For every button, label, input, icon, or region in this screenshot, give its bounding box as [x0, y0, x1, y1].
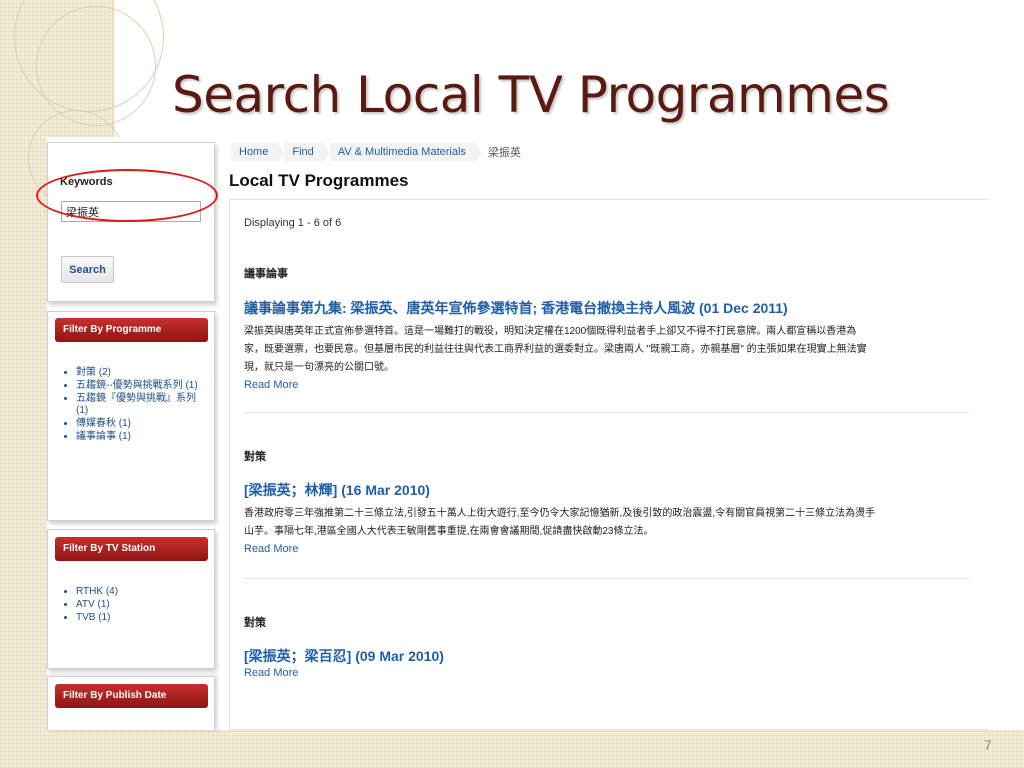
- result-category: 對策: [244, 451, 266, 463]
- result-category: 對策: [244, 617, 266, 629]
- filter-programme-item[interactable]: 傳媒春秋 (1): [76, 418, 204, 430]
- breadcrumb-find[interactable]: Find: [284, 143, 331, 163]
- result-title-link[interactable]: [梁振英；林輝] (16 Mar 2010): [244, 480, 969, 500]
- slide-number: 7: [984, 737, 992, 753]
- result-title-link[interactable]: [梁振英；梁百忍] (09 Mar 2010): [244, 646, 969, 666]
- slide-bottom-decor: [0, 730, 1024, 768]
- read-more-link[interactable]: Read More: [244, 543, 969, 555]
- keywords-panel: Keywords Search: [47, 142, 215, 302]
- filter-programme-panel: Filter By Programme 對策 (2) 五趨鏡--優勢與挑戰系列 …: [47, 311, 215, 521]
- filter-programme-header: Filter By Programme: [55, 318, 208, 342]
- filter-station-header: Filter By TV Station: [55, 537, 208, 561]
- webpage-screenshot: Keywords Search Filter By Programme 對策 (…: [36, 137, 989, 730]
- breadcrumb-current: 梁振英: [487, 147, 521, 159]
- result-category: 議事論事: [244, 268, 288, 280]
- result-description-line: 香港政府零三年強推第二十三條立法,引發五十萬人上街大遊行,至今仍令大家記憶猶新,…: [244, 508, 876, 519]
- highlight-oval: [36, 169, 218, 222]
- search-button[interactable]: Search: [61, 256, 114, 283]
- result-title-link[interactable]: 議事論事第九集: 梁振英、唐英年宣佈參選特首; 香港電台撤換主持人風波 (01 …: [244, 298, 969, 318]
- filter-date-panel: Filter By Publish Date: [47, 676, 215, 730]
- result-item: 議事論事 議事論事第九集: 梁振英、唐英年宣佈參選特首; 香港電台撤換主持人風波…: [244, 265, 969, 391]
- results-panel: Displaying 1 - 6 of 6 議事論事 議事論事第九集: 梁振英、…: [229, 199, 989, 730]
- breadcrumb-home[interactable]: Home: [231, 143, 285, 163]
- filter-date-header: Filter By Publish Date: [55, 684, 208, 708]
- filter-programme-item[interactable]: 五趨鏡『優勢與挑戰』系列 (1): [76, 393, 204, 417]
- filter-station-panel: Filter By TV Station RTHK (4) ATV (1) TV…: [47, 529, 215, 669]
- result-divider: [244, 578, 969, 579]
- page-heading: Local TV Programmes: [229, 171, 409, 190]
- results-count: Displaying 1 - 6 of 6: [244, 217, 342, 229]
- filter-station-list: RTHK (4) ATV (1) TVB (1): [64, 586, 204, 625]
- breadcrumb: Home Find AV & Multimedia Materials 梁振英: [231, 142, 521, 163]
- filter-programme-item[interactable]: 五趨鏡--優勢與挑戰系列 (1): [76, 380, 204, 392]
- filter-programme-list: 對策 (2) 五趨鏡--優勢與挑戰系列 (1) 五趨鏡『優勢與挑戰』系列 (1)…: [64, 367, 204, 444]
- filter-station-item[interactable]: ATV (1): [76, 599, 204, 611]
- result-description-line: 現，就只是一句漂亮的公關口號。: [244, 362, 394, 373]
- filter-programme-item[interactable]: 議事論事 (1): [76, 431, 204, 443]
- read-more-link[interactable]: Read More: [244, 667, 969, 679]
- result-divider: [244, 412, 969, 413]
- result-description-line: 家，既要選票，也要民意。但基層市民的利益往往與代表工商界利益的選委對立。梁唐兩人…: [244, 344, 867, 355]
- result-item: 對策 [梁振英；林輝] (16 Mar 2010) 香港政府零三年強推第二十三條…: [244, 448, 969, 555]
- decor-circle: [36, 6, 156, 126]
- result-description: 梁振英與唐英年正式宣佈參選特首。這是一場難打的戰役，明知決定權在1200個既得利…: [244, 323, 969, 377]
- read-more-link[interactable]: Read More: [244, 379, 969, 391]
- breadcrumb-av-multimedia[interactable]: AV & Multimedia Materials: [329, 143, 483, 163]
- result-item: 對策 [梁振英；梁百忍] (09 Mar 2010) Read More: [244, 614, 969, 679]
- filter-station-item[interactable]: RTHK (4): [76, 586, 204, 598]
- result-description-line: 山芋。事隔七年,港區全國人大代表王敏剛舊事重提,在兩會會議期間,促請盡快啟動23…: [244, 526, 654, 537]
- result-description-line: 梁振英與唐英年正式宣佈參選特首。這是一場難打的戰役，明知決定權在1200個既得利…: [244, 326, 857, 337]
- filter-programme-item[interactable]: 對策 (2): [76, 367, 204, 379]
- filter-station-item[interactable]: TVB (1): [76, 612, 204, 624]
- result-description: 香港政府零三年強推第二十三條立法,引發五十萬人上街大遊行,至今仍令大家記憶猶新,…: [244, 505, 969, 541]
- slide-title: Search Local TV Programmes: [172, 66, 890, 124]
